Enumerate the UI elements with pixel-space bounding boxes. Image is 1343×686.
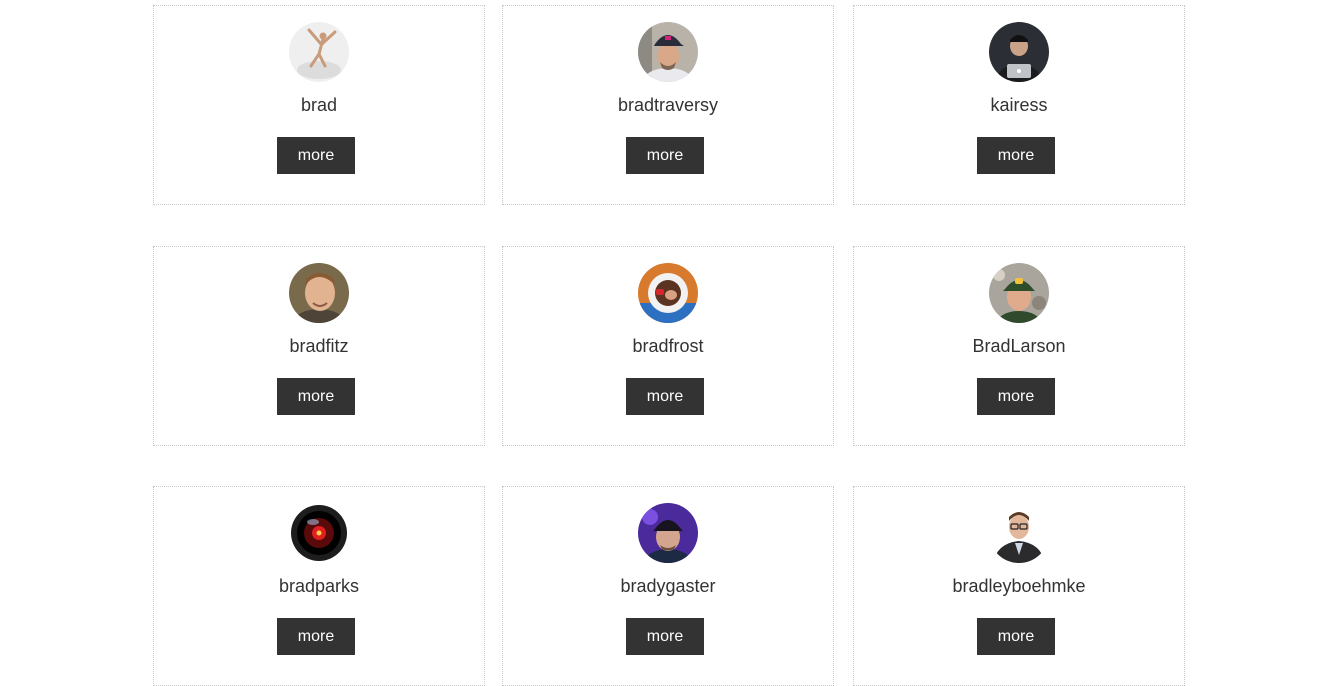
- username: BradLarson: [972, 336, 1066, 356]
- username: bradygaster: [620, 576, 716, 596]
- user-avatar: [638, 263, 698, 323]
- user-avatar: [638, 503, 698, 563]
- username: bradparks: [278, 576, 360, 596]
- more-button[interactable]: more: [626, 378, 704, 415]
- user-card: kairess more: [853, 5, 1185, 205]
- username: bradleyboehmke: [952, 576, 1086, 596]
- user-avatar: [289, 263, 349, 323]
- username: bradtraversy: [617, 95, 719, 115]
- user-card: BradLarson more: [853, 246, 1185, 446]
- user-card: bradparks more: [153, 486, 485, 686]
- username: bradfitz: [289, 336, 349, 356]
- more-button[interactable]: more: [977, 378, 1055, 415]
- avatar-hal-eye-icon: [289, 503, 349, 563]
- username: bradfrost: [632, 336, 704, 356]
- user-avatar: [289, 22, 349, 82]
- avatar-photo-dancer-icon: [289, 22, 349, 82]
- user-card: bradtraversy more: [502, 5, 834, 205]
- avatar-photo-man-green-cap-icon: [989, 263, 1049, 323]
- more-button[interactable]: more: [277, 378, 355, 415]
- more-button[interactable]: more: [977, 137, 1055, 174]
- user-avatar: [989, 263, 1049, 323]
- user-card: bradygaster more: [502, 486, 834, 686]
- more-button[interactable]: more: [626, 137, 704, 174]
- user-avatar: [989, 503, 1049, 563]
- more-button[interactable]: more: [277, 137, 355, 174]
- user-card: bradfrost more: [502, 246, 834, 446]
- avatar-photo-man-smiling-icon: [289, 263, 349, 323]
- user-avatar: [989, 22, 1049, 82]
- avatar-photo-astronaut-helmet-icon: [638, 263, 698, 323]
- username: kairess: [990, 95, 1048, 115]
- avatar-photo-man-laptop-icon: [989, 22, 1049, 82]
- username: brad: [300, 95, 338, 115]
- user-card: bradleyboehmke more: [853, 486, 1185, 686]
- user-card: bradfitz more: [153, 246, 485, 446]
- avatar-photo-man-glasses-icon: [989, 503, 1049, 563]
- user-card: brad more: [153, 5, 485, 205]
- user-avatar: [638, 22, 698, 82]
- avatar-photo-man-purple-icon: [638, 503, 698, 563]
- avatar-photo-man-cap-icon: [638, 22, 698, 82]
- user-avatar: [289, 503, 349, 563]
